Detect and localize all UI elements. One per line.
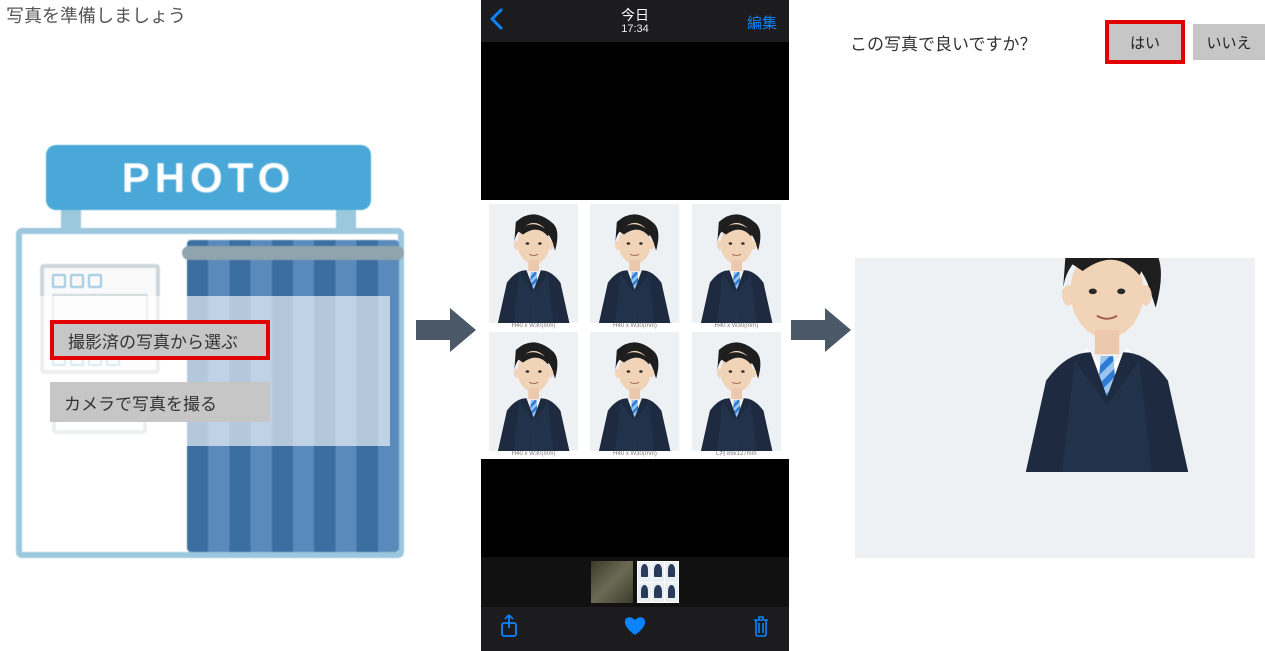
favorite-heart-icon[interactable] [623, 615, 647, 643]
take-with-camera-label: カメラで写真を撮る [64, 390, 217, 415]
confirm-no-label: いいえ [1206, 32, 1251, 53]
take-with-camera-button[interactable]: カメラで写真を撮る [50, 382, 270, 422]
cell-caption: H40 x W30(mm) [489, 323, 578, 330]
id-photo-cell [692, 204, 781, 323]
photo-picker-panel: 今日 17:34 編集 H40 x W30(mm) H40 x W30(mm) … [481, 0, 789, 620]
picker-black-area-top [481, 42, 789, 200]
id-photo-sheet[interactable]: H40 x W30(mm) H40 x W30(mm) H40 x W30(mm… [481, 200, 789, 459]
confirm-panel: この写真で良いですか？ はい いいえ [850, 0, 1265, 620]
arrow-right-icon [791, 306, 851, 354]
step1-title: 写真を準備しましょう [6, 2, 186, 28]
picker-header-time: 17:34 [621, 23, 649, 36]
confirm-question: この写真で良いですか？ [850, 30, 1097, 55]
id-photo-cell [489, 332, 578, 451]
arrow-right-icon [416, 306, 476, 354]
edit-button[interactable]: 編集 [747, 12, 777, 33]
back-chevron-icon[interactable] [489, 8, 503, 36]
cell-caption: H40 x W30(mm) [489, 451, 578, 458]
sheet-caption: L判 89x127mm [692, 451, 781, 458]
id-photo-cell [590, 332, 679, 451]
id-photo-cell [489, 204, 578, 323]
booth-sign-text: PHOTO [46, 145, 371, 210]
thumbnail-strip[interactable] [481, 557, 789, 607]
cell-caption: H40 x W30(mm) [590, 451, 679, 458]
share-icon[interactable] [499, 614, 519, 644]
confirm-yes-label: はい [1130, 32, 1160, 53]
picker-header-title: 今日 [621, 7, 649, 23]
picker-toolbar [481, 607, 789, 651]
select-from-library-button[interactable]: 撮影済の写真から選ぶ [50, 320, 270, 360]
cell-caption: H40 x W30(mm) [590, 323, 679, 330]
confirm-no-button[interactable]: いいえ [1193, 24, 1265, 60]
cell-caption: H40 x W30(mm) [692, 323, 781, 330]
id-photo-cell [590, 204, 679, 323]
photo-source-overlay: 撮影済の写真から選ぶ カメラで写真を撮る [24, 296, 390, 446]
thumbnail-item[interactable] [591, 561, 633, 603]
picker-header: 今日 17:34 編集 [481, 0, 789, 42]
id-photo-cell [692, 332, 781, 451]
trash-icon[interactable] [751, 615, 771, 643]
select-from-library-label: 撮影済の写真から選ぶ [68, 328, 238, 353]
thumbnail-item[interactable] [637, 561, 679, 603]
picker-black-area-mid [481, 459, 789, 557]
step1-panel: 写真を準備しましょう PHOTO 撮影済の写真から選ぶ カメラで写真を撮る [0, 0, 420, 620]
selected-photo-preview [855, 258, 1255, 558]
confirm-yes-button[interactable]: はい [1109, 24, 1181, 60]
